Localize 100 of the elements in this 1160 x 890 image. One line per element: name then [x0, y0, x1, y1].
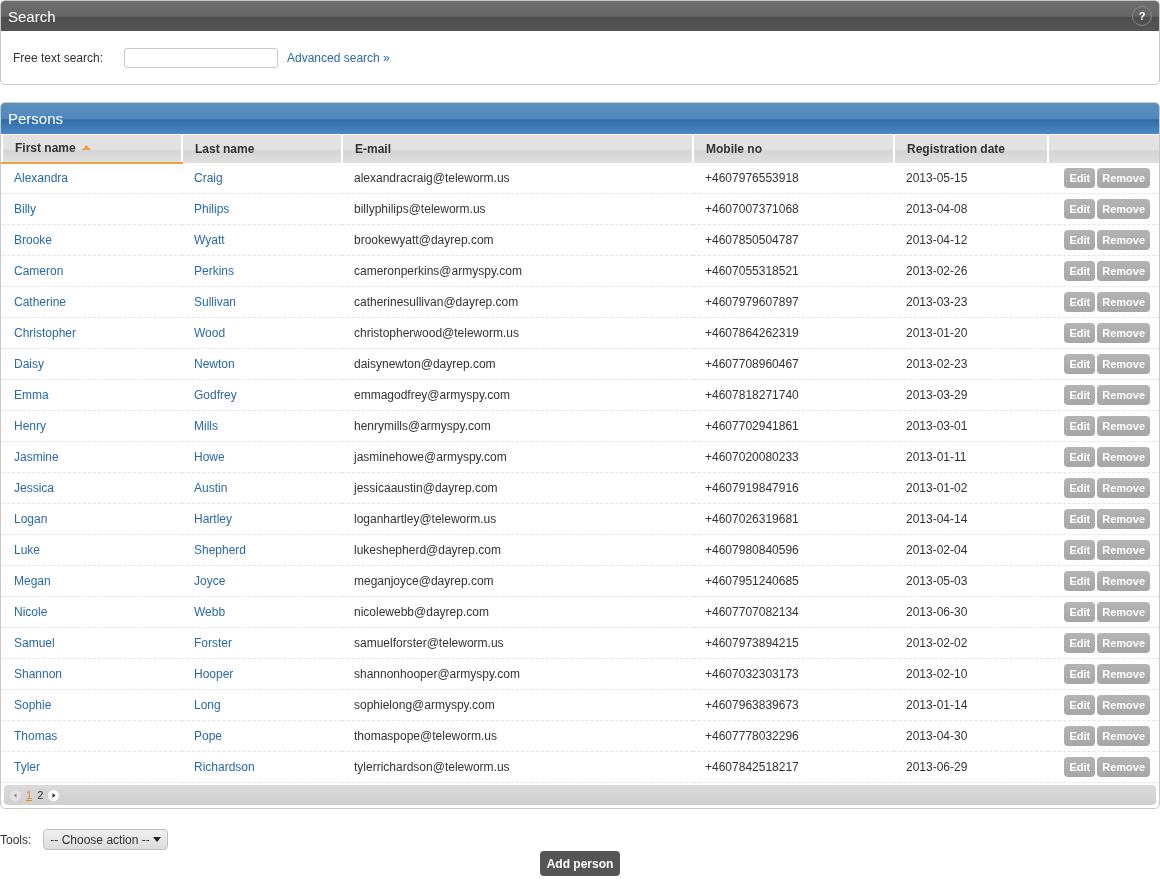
email-cell: billyphilips@teleworm.us: [354, 202, 486, 216]
date-cell: 2013-02-26: [906, 264, 968, 278]
date-cell: 2013-04-08: [906, 202, 968, 216]
last-name-link[interactable]: Perkins: [194, 264, 234, 278]
email-cell: catherinesullivan@dayrep.com: [354, 295, 519, 309]
email-cell: loganhartley@teleworm.us: [354, 512, 497, 526]
first-name-link[interactable]: Logan: [14, 512, 48, 526]
mobile-cell: +4607951240685: [705, 574, 799, 588]
date-cell: 2013-02-02: [906, 636, 968, 650]
page-link[interactable]: 2: [37, 789, 44, 801]
first-name-link[interactable]: Megan: [14, 574, 51, 588]
last-name-link[interactable]: Austin: [194, 481, 228, 495]
last-name-link[interactable]: Forster: [194, 636, 232, 650]
panel-title: Persons: [8, 110, 64, 127]
last-name-link[interactable]: Webb: [194, 605, 226, 619]
email-cell: jessicaaustin@dayrep.com: [354, 481, 498, 495]
last-name-link[interactable]: Richardson: [194, 760, 255, 774]
date-cell: 2013-01-02: [906, 481, 968, 495]
dropdown-caret-icon: [153, 837, 162, 842]
mobile-cell: +4607979607897: [705, 295, 799, 309]
email-cell: henrymills@armyspy.com: [354, 419, 491, 433]
last-name-link[interactable]: Joyce: [194, 574, 226, 588]
first-name-link[interactable]: Alexandra: [14, 171, 69, 186]
last-name-link[interactable]: Hooper: [194, 667, 234, 681]
email-cell: daisynewton@dayrep.com: [354, 357, 496, 371]
last-name-link[interactable]: Godfrey: [194, 388, 237, 402]
last-name-link[interactable]: Mills: [194, 419, 218, 433]
first-name-link[interactable]: Luke: [14, 543, 41, 557]
first-name-link[interactable]: Jasmine: [14, 450, 59, 464]
mobile-cell: +4607055318521: [705, 264, 799, 278]
date-cell: 2013-04-12: [906, 233, 968, 247]
search-field[interactable]: [124, 47, 278, 68]
mobile-cell: +4607963839673: [705, 698, 799, 712]
mobile-cell: +4607919847916: [705, 481, 799, 495]
previous-page-icon[interactable]: [10, 789, 21, 801]
mobile-cell: +4607973894215: [705, 636, 799, 650]
last-name-link[interactable]: Wood: [194, 326, 226, 340]
email-cell: thomaspope@teleworm.us: [354, 729, 497, 743]
last-name-link[interactable]: Philips: [194, 202, 230, 216]
email-cell: jasminehowe@armyspy.com: [354, 450, 507, 464]
first-name-link[interactable]: Billy: [14, 202, 36, 216]
first-name-link[interactable]: Christopher: [14, 326, 77, 340]
mobile-cell: +4607020080233: [705, 450, 799, 464]
first-name-link[interactable]: Daisy: [14, 357, 44, 371]
date-cell: 2013-03-01: [906, 419, 968, 433]
mobile-cell: +4607702941861: [705, 419, 799, 433]
first-name-link[interactable]: Emma: [14, 388, 49, 402]
first-name-link[interactable]: Cameron: [14, 264, 64, 278]
last-name-link[interactable]: Pope: [194, 729, 223, 743]
mobile-cell: +4607708960467: [705, 357, 799, 371]
first-name-link[interactable]: Catherine: [14, 295, 67, 309]
last-name-link[interactable]: Sullivan: [194, 295, 237, 309]
mobile-cell: +4607850504787: [705, 233, 799, 247]
first-name-link[interactable]: Sophie: [14, 698, 52, 712]
first-name-link[interactable]: Nicole: [14, 605, 48, 619]
column-header[interactable]: Registration date: [894, 134, 1048, 163]
last-name-link[interactable]: Shepherd: [194, 543, 247, 557]
email-cell: samuelforster@teleworm.us: [354, 636, 504, 650]
action-dropdown[interactable]: -- Choose action --: [43, 829, 169, 850]
mobile-cell: +4607026319681: [705, 512, 799, 526]
date-cell: 2013-03-23: [906, 295, 968, 309]
date-cell: 2013-04-30: [906, 729, 968, 743]
next-page-icon[interactable]: [48, 789, 60, 801]
email-cell: cameronperkins@armyspy.com: [354, 264, 522, 278]
mobile-cell: +4607007371068: [705, 202, 799, 216]
first-name-link[interactable]: Jessica: [14, 481, 54, 495]
mobile-cell: +4607778032296: [705, 729, 799, 743]
email-cell: nicolewebb@dayrep.com: [354, 605, 489, 619]
date-cell: 2013-01-20: [906, 326, 968, 340]
mobile-cell: +4607842518217: [705, 760, 799, 774]
column-header[interactable]: [1048, 134, 1159, 163]
first-name-link[interactable]: Brooke: [14, 233, 53, 247]
last-name-link[interactable]: Howe: [194, 450, 225, 464]
field-label: Free text search:: [13, 50, 105, 65]
column-header[interactable]: Last name: [182, 134, 342, 163]
mobile-cell: +4607980840596: [705, 543, 799, 557]
email-cell: alexandracraig@teleworm.us: [354, 170, 510, 185]
mobile-cell: +4607032303173: [705, 667, 799, 681]
last-name-link[interactable]: Newton: [194, 357, 235, 371]
email-cell: sophielong@armyspy.com: [354, 698, 495, 712]
mobile-cell: +4607864262319: [705, 326, 799, 340]
panel-title: Search: [8, 7, 56, 25]
first-name-link[interactable]: Samuel: [14, 636, 55, 650]
column-header[interactable]: E-mail: [342, 134, 693, 163]
add-person-button[interactable]: Add person: [539, 851, 621, 876]
column-header[interactable]: First name: [2, 134, 182, 163]
last-name-link[interactable]: Hartley: [194, 512, 232, 526]
first-name-link[interactable]: Tyler: [14, 760, 40, 774]
email-cell: tylerrichardson@teleworm.us: [354, 760, 510, 774]
advanced-search-link[interactable]: Advanced search »: [287, 50, 390, 65]
first-name-link[interactable]: Thomas: [14, 729, 58, 743]
first-name-link[interactable]: Shannon: [14, 667, 63, 681]
email-cell: brookewyatt@dayrep.com: [354, 233, 494, 247]
date-cell: 2013-06-30: [906, 605, 968, 619]
first-name-link[interactable]: Henry: [14, 419, 46, 433]
email-cell: lukeshepherd@dayrep.com: [354, 543, 501, 557]
column-header[interactable]: Mobile no: [693, 134, 894, 163]
last-name-link[interactable]: Wyatt: [194, 233, 225, 247]
last-name-link[interactable]: Long: [194, 698, 221, 712]
last-name-link[interactable]: Craig: [194, 170, 223, 185]
